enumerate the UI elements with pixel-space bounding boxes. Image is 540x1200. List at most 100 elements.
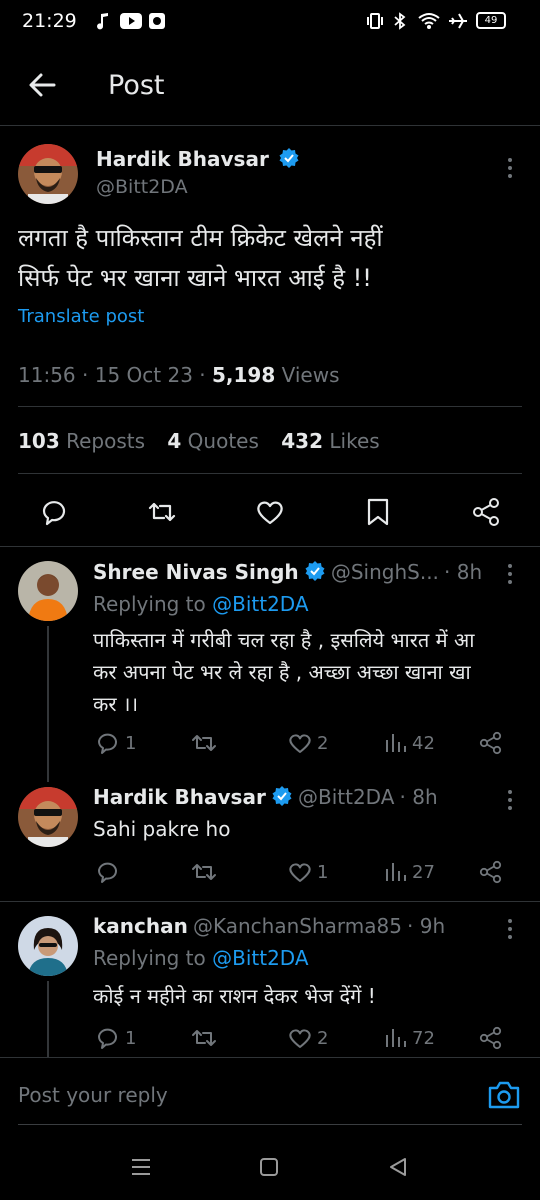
camera-button[interactable] — [487, 1080, 521, 1110]
views-count: 27 — [412, 861, 435, 883]
author-name[interactable]: Shree Nivas Singh — [93, 560, 299, 584]
bookmark-button[interactable] — [362, 496, 394, 528]
repost-button[interactable] — [146, 496, 178, 528]
divider — [0, 546, 540, 547]
views-button[interactable]: 27 — [384, 859, 435, 885]
app-notification-icon — [148, 12, 166, 30]
analytics-icon — [386, 734, 406, 752]
analytics-icon — [386, 863, 406, 881]
home-button[interactable] — [259, 1157, 279, 1177]
likes-stat[interactable]: 432 Likes — [281, 429, 379, 453]
square-icon — [260, 1158, 278, 1176]
like-button[interactable]: 2 — [287, 1025, 328, 1051]
quotes-stat[interactable]: 4 Quotes — [167, 429, 259, 453]
like-count: 1 — [317, 861, 329, 883]
reply-input-underline — [18, 1124, 522, 1125]
author-handle[interactable]: @SinghS... — [331, 560, 439, 584]
share-button[interactable] — [478, 730, 504, 756]
replying-to: Replying to @Bitt2DA — [93, 592, 309, 616]
nav-back-button[interactable] — [388, 1157, 408, 1177]
repost-button[interactable] — [190, 730, 218, 756]
author-name[interactable]: kanchan — [93, 914, 188, 938]
translate-post-link[interactable]: Translate post — [18, 306, 144, 327]
share-button[interactable] — [470, 496, 502, 528]
repost-button[interactable] — [190, 859, 218, 885]
more-options-icon[interactable] — [500, 917, 520, 941]
reply-text: पाकिस्तान में गरीबी चल रहा है , इसलिये भ… — [93, 628, 475, 716]
more-options-icon[interactable] — [500, 156, 520, 180]
avatar[interactable] — [18, 916, 78, 976]
author-name[interactable]: Hardik Bhavsar — [96, 147, 300, 171]
author-name-text: Hardik Bhavsar — [96, 147, 269, 171]
back-button[interactable] — [26, 68, 60, 102]
reply-input[interactable] — [18, 1083, 458, 1107]
wifi-icon — [418, 12, 440, 30]
heart-icon — [289, 863, 311, 882]
replying-to: Replying to @Bitt2DA — [93, 946, 309, 970]
author-name[interactable]: Hardik Bhavsar — [93, 785, 266, 809]
views-count: 42 — [412, 732, 435, 754]
avatar[interactable] — [18, 787, 78, 847]
post-text-line: लगता है पाकिस्तान टीम क्रिकेट खेलने नहीं — [18, 224, 383, 252]
like-button[interactable]: 1 — [287, 859, 328, 885]
share-icon — [479, 731, 502, 755]
share-icon — [479, 1026, 502, 1050]
post-meta: 11:56 · 15 Oct 23 · 5,198 Views — [18, 363, 340, 387]
like-count: 2 — [317, 1027, 329, 1049]
reply-count-button[interactable]: 1 — [95, 1025, 136, 1051]
verified-badge-icon — [279, 148, 299, 168]
reply-button[interactable] — [38, 496, 70, 528]
divider — [18, 473, 522, 474]
like-button[interactable]: 2 — [287, 730, 328, 756]
post-time: 11:56 — [18, 363, 76, 387]
heart-icon — [289, 734, 311, 753]
heart-icon — [289, 1029, 311, 1048]
share-button[interactable] — [478, 1025, 504, 1051]
reply-count-button[interactable] — [95, 859, 121, 885]
recent-apps-button[interactable] — [130, 1158, 152, 1176]
reply-count: 1 — [125, 1027, 137, 1049]
vibrate-icon — [366, 12, 384, 30]
repost-icon — [192, 864, 216, 880]
reply-count-button[interactable]: 1 — [95, 730, 136, 756]
author-handle[interactable]: @Bitt2DA — [298, 785, 394, 809]
reply-count: 1 — [125, 732, 137, 754]
reply-header: Shree Nivas Singh @SinghS... · 8h — [93, 560, 483, 584]
bluetooth-icon — [392, 12, 408, 30]
arrow-left-icon — [29, 73, 56, 97]
reply-age: · 8h — [399, 785, 438, 809]
replying-to-handle[interactable]: @Bitt2DA — [212, 946, 308, 970]
avatar[interactable] — [18, 144, 78, 204]
battery-icon: 49 — [476, 12, 506, 29]
music-note-icon — [96, 12, 110, 30]
more-options-icon[interactable] — [500, 562, 520, 586]
divider — [0, 901, 540, 902]
author-handle[interactable]: @Bitt2DA — [96, 176, 188, 198]
bookmark-icon — [367, 498, 389, 526]
verified-badge-icon — [272, 786, 292, 806]
divider — [18, 406, 522, 407]
views-button[interactable]: 42 — [384, 730, 435, 756]
repost-button[interactable] — [190, 1025, 218, 1051]
reply-header: kanchan @KanchanSharma85 · 9h — [93, 914, 493, 938]
triangle-back-icon — [390, 1158, 406, 1176]
repost-icon — [148, 502, 176, 522]
avatar[interactable] — [18, 561, 78, 621]
reply-text: कोई न महीने का राशन देकर भेज देंगें ! — [93, 984, 376, 1008]
page-title: Post — [108, 70, 165, 101]
author-handle[interactable]: @KanchanSharma85 — [193, 914, 402, 938]
menu-icon — [132, 1159, 150, 1175]
reply-text: Sahi pakre ho — [93, 817, 231, 841]
views-label: Views — [281, 363, 340, 387]
more-options-icon[interactable] — [500, 788, 520, 812]
share-icon — [479, 860, 502, 884]
views-count: 5,198 — [212, 363, 276, 387]
reply-bar-divider — [0, 1057, 540, 1058]
replying-to-handle[interactable]: @Bitt2DA — [212, 592, 308, 616]
camera-icon — [488, 1081, 520, 1109]
views-button[interactable]: 72 — [384, 1025, 435, 1051]
reposts-stat[interactable]: 103 Reposts — [18, 429, 145, 453]
like-button[interactable] — [254, 496, 286, 528]
post-text-line: सिर्फ पेट भर खाना खाने भारत आई है !! — [18, 264, 372, 292]
share-button[interactable] — [478, 859, 504, 885]
